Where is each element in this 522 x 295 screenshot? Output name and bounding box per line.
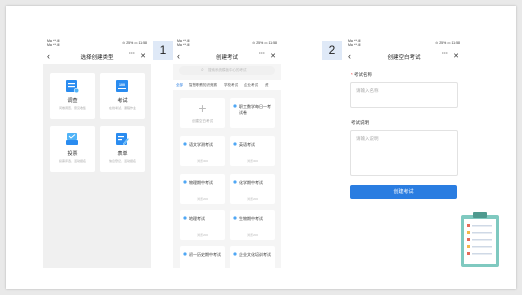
exam-template-card[interactable]: 地理考试 浏览200 [180, 210, 225, 240]
create-blank-label: 创建空白考试 [192, 119, 213, 123]
card-title: 初一历史期中考试 [189, 252, 221, 257]
status-bar: Ma ⁴ᴳ.ill Ma ⁴ᴳ.ill ⊙ 25% ▭ 11:58 [43, 36, 151, 50]
exam-icon: 100 [116, 80, 128, 92]
form-icon [116, 133, 129, 146]
nav-bar: ‹ 创建考试 ··· ✕ [173, 50, 281, 64]
exam-desc-placeholder: 请输入说明 [356, 136, 379, 141]
close-icon[interactable]: ✕ [140, 52, 146, 60]
tab-more[interactable]: 资 [265, 83, 269, 88]
exam-name-placeholder: 请输入名称 [356, 88, 379, 93]
phone-create-exam: Ma ⁴ᴳ.ill Ma ⁴ᴳ.ill ⊙ 25% ▭ 11:58 ‹ 创建考试 … [173, 36, 281, 268]
card-meta: 浏览300 [196, 159, 208, 163]
svg-text:100: 100 [119, 83, 125, 87]
create-exam-button[interactable]: 创建考试 [350, 185, 457, 199]
card-title: 英语考试 [239, 142, 255, 147]
more-icon[interactable]: ··· [442, 51, 448, 57]
exam-icon [233, 180, 237, 184]
exam-icon [183, 180, 187, 184]
battery-time: ⊙ 25% ▭ 11:58 [435, 41, 460, 45]
exam-icon [233, 142, 237, 146]
search-placeholder: 搜索系统模板中心的考试 [208, 68, 247, 72]
clipboard-icon [461, 212, 499, 267]
exam-template-card[interactable]: 语文学测考试 浏览300 [180, 136, 225, 166]
close-icon[interactable]: ✕ [453, 52, 459, 60]
search-icon: ⌕ [201, 67, 204, 73]
exam-template-card[interactable]: 物理期中考试 浏览200 [180, 174, 225, 204]
card-meta: 浏览200 [196, 233, 208, 237]
type-card-exam[interactable]: 100 考试 在线考试、课程作业 [100, 73, 145, 119]
phone-create-blank-exam: Ma ⁴ᴳ.ill Ma ⁴ᴳ.ill ⊙ 25% ▭ 11:58 ‹ 创建空白考… [344, 36, 464, 216]
card-title: 生物期中考试 [239, 216, 263, 221]
create-blank-exam-card[interactable]: + 创建空白考试 [180, 98, 225, 128]
survey-icon [66, 80, 79, 93]
card-title: 职工数学每日一考试卷 [239, 104, 271, 115]
card-title: 企业文化培训考试 [239, 252, 271, 257]
exam-template-card[interactable]: 职工数学每日一考试卷 [230, 98, 275, 128]
card-meta: 浏览300 [246, 159, 258, 163]
type-card-vote[interactable]: 投票 投票评选、活动报名 [50, 126, 95, 172]
step-badge-2: 2 [322, 41, 342, 60]
exam-icon [233, 104, 237, 108]
card-title: 化学期中考试 [239, 180, 263, 185]
network-text: Ma ⁴ᴳ.ill [348, 43, 361, 47]
status-bar: Ma ⁴ᴳ.ill Ma ⁴ᴳ.ill ⊙ 25% ▭ 11:58 [173, 36, 281, 50]
card-subtitle: 信息登记、活动报名 [108, 159, 136, 163]
exam-template-card[interactable]: 初一历史期中考试 [180, 246, 225, 268]
card-title: 语文学测考试 [189, 142, 213, 147]
step-badge-1: 1 [153, 41, 173, 60]
card-subtitle: 投票评选、活动报名 [58, 159, 86, 163]
exam-name-input[interactable]: 请输入名称 [350, 82, 458, 108]
card-title: 物理期中考试 [189, 180, 213, 185]
exam-desc-label: 考试说明 [351, 120, 369, 125]
more-icon[interactable]: ··· [259, 51, 265, 57]
exam-name-label-text: 考试名称 [354, 72, 373, 77]
card-title: 调查 [67, 98, 78, 104]
card-title: 地理考试 [189, 216, 205, 221]
nav-bar: ‹ 创建空白考试 ··· ✕ [344, 50, 464, 64]
vote-icon [66, 133, 78, 145]
card-title: 投票 [67, 151, 78, 157]
card-subtitle: 问卷调查、意见收集 [58, 106, 86, 110]
exam-template-card[interactable]: 企业文化培训考试 [230, 246, 275, 268]
card-subtitle: 在线考试、课程作业 [108, 106, 136, 110]
network-text: Ma ⁴ᴳ.ill [47, 43, 60, 47]
exam-icon [183, 216, 187, 220]
card-title: 考试 [117, 98, 128, 104]
close-icon[interactable]: ✕ [270, 52, 276, 60]
exam-icon [233, 252, 237, 256]
tab-school-exam[interactable]: 学校考试 [224, 83, 238, 88]
more-icon[interactable]: ··· [129, 51, 135, 57]
tab-company-exam[interactable]: 企业考试 [244, 83, 258, 88]
tab-competition[interactable]: 智慧职教知识竞赛 [189, 83, 217, 88]
battery-time: ⊙ 25% ▭ 11:58 [122, 41, 147, 45]
search-input[interactable]: ⌕ 搜索系统模板中心的考试 [179, 66, 275, 75]
network-text: Ma ⁴ᴳ.ill [177, 43, 190, 47]
exam-template-card[interactable]: 英语考试 浏览300 [230, 136, 275, 166]
plus-icon: + [198, 100, 207, 116]
card-meta: 浏览200 [246, 197, 258, 201]
tab-all[interactable]: 全部 [176, 83, 183, 88]
status-bar: Ma ⁴ᴳ.ill Ma ⁴ᴳ.ill ⊙ 25% ▭ 11:58 [344, 36, 464, 50]
exam-desc-input[interactable]: 请输入说明 [350, 130, 458, 176]
battery-time: ⊙ 25% ▭ 11:58 [252, 41, 277, 45]
exam-template-card[interactable]: 化学期中考试 浏览200 [230, 174, 275, 204]
exam-icon [233, 216, 237, 220]
category-tabs: 全部 智慧职教知识竞赛 学校考试 企业考试 资 [173, 80, 281, 90]
card-title: 表单 [117, 151, 128, 157]
type-card-survey[interactable]: 调查 问卷调查、意见收集 [50, 73, 95, 119]
type-card-form[interactable]: 表单 信息登记、活动报名 [100, 126, 145, 172]
phone-select-type: Ma ⁴ᴳ.ill Ma ⁴ᴳ.ill ⊙ 25% ▭ 11:58 ‹ 选择创建类… [43, 36, 151, 268]
card-meta: 浏览200 [196, 197, 208, 201]
exam-name-label: * 考试名称 [351, 72, 373, 77]
card-meta: 浏览200 [246, 233, 258, 237]
exam-icon [183, 252, 187, 256]
exam-template-card[interactable]: 生物期中考试 浏览200 [230, 210, 275, 240]
nav-bar: ‹ 选择创建类型 ··· ✕ [43, 50, 151, 64]
exam-icon [183, 142, 187, 146]
